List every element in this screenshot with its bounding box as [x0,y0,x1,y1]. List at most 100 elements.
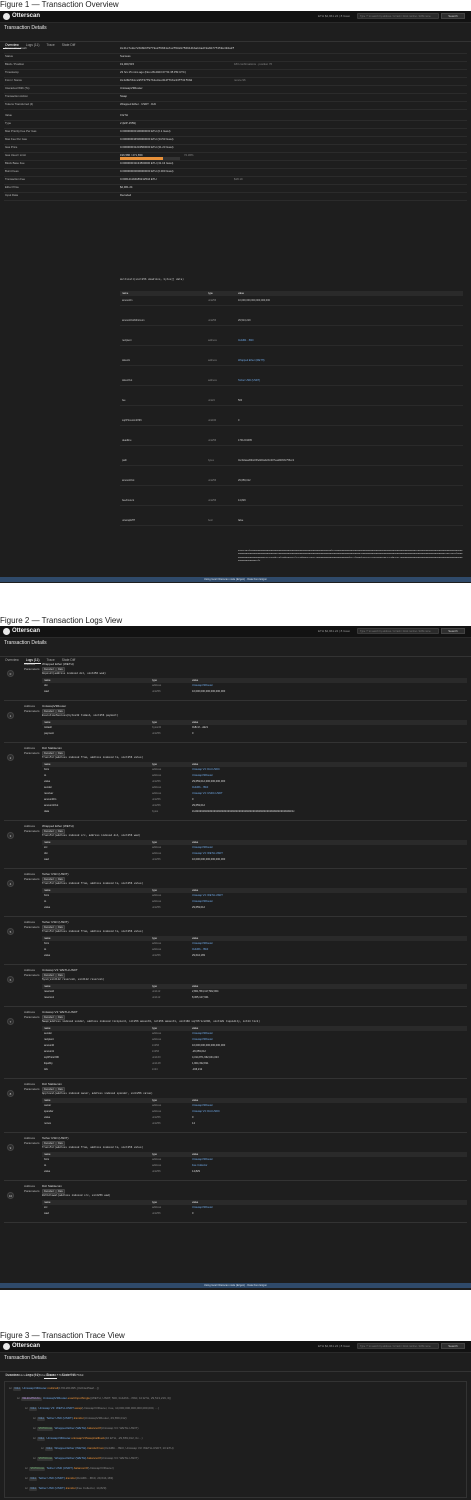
search-button[interactable]: Search [441,13,465,19]
log-params-header [42,1098,467,1103]
call-target[interactable]: Wrapped Ether (WETH) [54,1456,86,1460]
expand-toggle-icon[interactable]: ⊟ [25,1466,28,1470]
overview-row: Input Data Decoded [4,192,467,201]
row-label: Ether Price [5,185,19,189]
trace-call[interactable]: ⊟ CALL UniswapV3Router.multicall(17012010… [9,1386,99,1391]
log-params-header-cell: value [192,984,199,988]
trace-call[interactable]: ⊟ CALL Tether USD (USDT).transfer(Fee Col… [25,1486,106,1491]
log-address[interactable]: Wrapped Ether (WETH) [42,662,74,666]
log-param-value[interactable]: UniswapV3Router [192,1104,213,1108]
call-args: (1701201095, [0x04e45aaf…]) [58,1386,99,1390]
call-target[interactable]: Wrapped Ether (WETH) [54,1426,86,1430]
search-input[interactable]: Type "/" to search by address / tx hash … [357,13,439,19]
log-param-value[interactable]: 0x4d6b…f6b0 [192,786,208,790]
call-target[interactable]: Tether USD (USDT) [46,1416,73,1420]
expand-toggle-icon[interactable]: ⊟ [25,1476,28,1480]
param-value[interactable]: 0x4d6b…f6b0 [238,339,254,343]
log-address[interactable]: UniswapV3Router [42,704,66,708]
log-address[interactable]: DAI Stablecoin [42,746,62,750]
row-value[interactable]: UniswapV3Router [120,86,143,91]
log-param-value[interactable]: UniswapV3Router [192,942,213,946]
trace-call[interactable]: ⊟ CALL Tether USD (USDT).transfer(Uniswap… [33,1416,127,1421]
row-value[interactable]: 19,000,515 [120,62,134,67]
log-param-value[interactable]: UniswapV3Router [192,684,213,688]
call-target[interactable]: Wrapped Ether (WETH) [54,1446,86,1450]
brand-name[interactable]: Otterscan [12,1342,40,1351]
log-param-name: to [44,774,47,777]
expand-toggle-icon[interactable]: ⊟ [33,1436,36,1440]
search-input[interactable]: Type "/" to search by address / tx hash … [357,1343,439,1349]
call-method: exactInputSingle [67,1396,90,1400]
log-param-value[interactable]: UniswapV3Router [192,774,213,778]
trace-call[interactable]: ⊟ CALL Uniswap V3: WETH-USDT.swap(Uniswap… [25,1406,159,1411]
expand-toggle-icon[interactable]: ⊟ [9,1386,12,1390]
expand-toggle-icon[interactable]: ⊟ [33,1456,36,1460]
trace-call[interactable]: ⊟ CALL Tether USD (USDT).transfer(0x4d6b…… [25,1476,113,1481]
eth-price: ETH $2,961.24 | 8 Gwei [318,629,350,633]
call-target[interactable]: UniswapV3Router [22,1386,46,1390]
search-button[interactable]: Search [441,628,465,634]
log-address[interactable]: Wrapped Ether (WETH) [42,824,74,828]
log-param-value[interactable]: Uniswap V3: WETH-USDT [192,852,223,856]
trace-call[interactable]: ⊟ STATICCALL Tether USD (USDT).balanceOf(… [25,1466,114,1471]
trace-call[interactable]: ⊟ CALL Wrapped Ether (WETH).transferFrom(… [41,1446,174,1451]
log-param-value[interactable]: Uniswap V3: DAI-USDC [192,1110,220,1114]
log-param-value[interactable]: Uniswap V3: DAI-USDC [192,768,220,772]
call-target[interactable]: Uniswap V3: WETH-USDT [38,1406,73,1410]
log-param-name: from [44,768,50,771]
log-address[interactable]: DAI Stablecoin [42,1082,62,1086]
log-param-value: -29,659,012 [192,1050,206,1053]
log-param-value[interactable]: Uniswap V3: WETH-USDT [192,894,223,898]
trace-call[interactable]: ⊟ CALL UniswapV3Router.uniswapV3SwapCallb… [33,1436,143,1441]
search-input[interactable]: Type "/" to search by address / tx hash … [357,628,439,634]
brand-name[interactable]: Otterscan [12,12,40,21]
param-value[interactable]: Wrapped Ether (WETH) [238,359,265,363]
log-index-badge: 1 [7,712,14,719]
row-value[interactable]: 0x4d6b5b1ce95f47f87b1e3ee3b4f7b6e33ff31f… [120,78,192,83]
expand-toggle-icon[interactable]: ⊟ [25,1406,28,1410]
log-param-name: payment [44,732,54,735]
brand-name[interactable]: Otterscan [12,627,40,636]
log-index-badge: 9 [7,1144,14,1151]
log-address[interactable]: Tether USD (USDT) [42,920,69,924]
log-address[interactable]: Uniswap V3: WETH-USDT [42,1010,78,1014]
log-param-value[interactable]: UniswapV3Router [192,1158,213,1162]
call-target[interactable]: UniswapV3Router [43,1396,67,1400]
log-param-value[interactable]: UniswapV3Router [192,900,213,904]
row-label: Transaction Action [5,94,28,98]
row-extra: $18.19 [234,177,243,181]
param-type: uint256 [208,499,217,502]
call-target[interactable]: Tether USD (USDT) [38,1476,65,1480]
log-param-value[interactable]: Uniswap V3: USDC-USDT [192,792,223,796]
log-param-name: dst [44,852,48,855]
param-value[interactable]: Tether USD (USDT) [238,379,260,383]
log-param-value[interactable]: UniswapV3Router [192,1206,213,1210]
log-params-header [42,984,467,989]
log-param-value[interactable]: Fee Collector [192,1164,207,1168]
call-target[interactable]: Tether USD (USDT) [38,1486,65,1490]
log-param-value[interactable]: 0x4d6b…f6b0 [192,948,208,952]
trace-call[interactable]: ⊟ STATICCALL Wrapped Ether (WETH).balance… [33,1456,138,1461]
log-address[interactable]: Uniswap V3: WETH-USDT [42,968,78,972]
log-param-value[interactable]: UniswapV3Router [192,1032,213,1036]
row-label: Tokens Transferred (4) [5,102,34,106]
log-address[interactable]: Tether USD (USDT) [42,872,69,876]
log-param-type: address [152,684,162,687]
log-address[interactable]: DAI Stablecoin [42,1184,62,1188]
row-value[interactable]: Wrapped Ether · USDT · DAI [120,102,156,107]
expand-toggle-icon[interactable]: ⊟ [33,1426,36,1430]
trace-call[interactable]: ⊟ STATICCALL Wrapped Ether (WETH).balance… [33,1426,138,1431]
log-address[interactable]: Tether USD (USDT) [42,1136,69,1140]
log-param-value[interactable]: UniswapV3Router [192,1038,213,1042]
search-button[interactable]: Search [441,1343,465,1349]
trace-root-address[interactable]: 0x4d6b5b1ce95f47f87b1e3ee3b4f7b6e33ff31f… [6,1374,83,1378]
param-name: amountOutMinimum [122,319,145,322]
call-target[interactable]: Tether USD (USDT) [46,1466,73,1470]
trace-call[interactable]: ⊟ DELEGATECALL UniswapV3Router.exactInput… [17,1396,171,1401]
expand-toggle-icon[interactable]: ⊟ [33,1416,36,1420]
expand-toggle-icon[interactable]: ⊟ [17,1396,20,1400]
expand-toggle-icon[interactable]: ⊟ [41,1446,44,1450]
expand-toggle-icon[interactable]: ⊟ [25,1486,28,1490]
log-param-value[interactable]: UniswapV3Router [192,846,213,850]
call-target[interactable]: UniswapV3Router [46,1436,70,1440]
